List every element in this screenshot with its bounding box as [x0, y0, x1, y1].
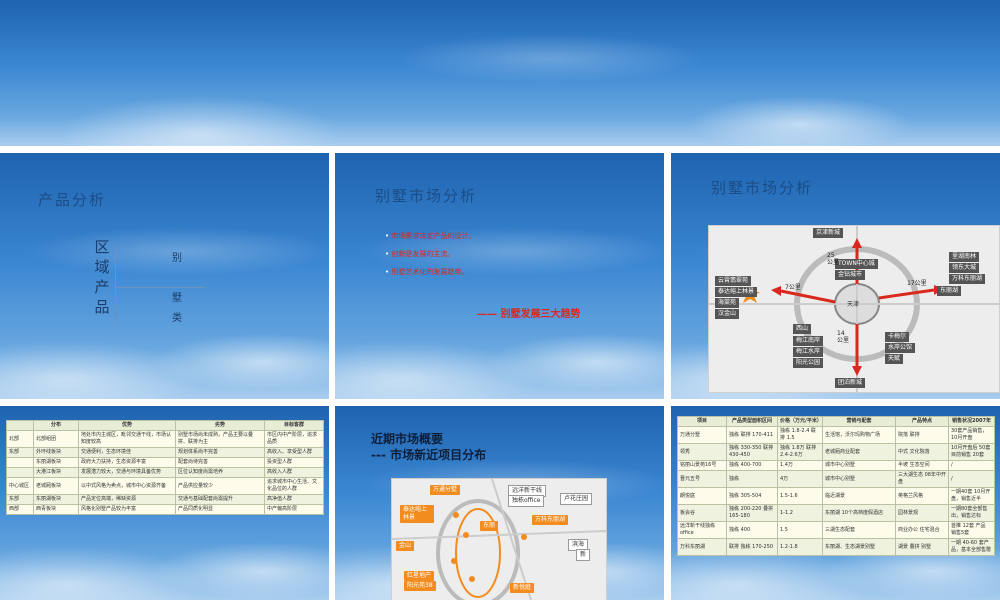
project-label: 新悦庭 [510, 583, 535, 593]
table-row: 板会谷 独栋 200-220 叠拼 165-180 1-1.2 东丽湖 10个高档度假… [677, 504, 995, 522]
map-label-south-a: 西山 [793, 324, 812, 334]
slide-title: 别墅市场分析 [375, 187, 478, 205]
bullet-item: • 创新是发展的主流。 [385, 250, 455, 258]
map-label-east3: 万科东丽湖 [949, 274, 986, 284]
map-label-town: TOWN中心城 [835, 259, 878, 269]
bullet-list: • 市场需求决定产品的设计。 • 创新是发展的主流。 • 别墅艺术化的发展趋势。 [385, 227, 475, 281]
map-label-south5: 水岸公馆 [885, 343, 916, 353]
villa-label-1: 别 [172, 253, 182, 264]
table-row: 东部 外环线板块 交通便利，生态环境佳 规划体系尚不完善 高收入、享受型人群 [6, 447, 324, 458]
table-row: 西部 西青板块 风格化别墅产品较为丰富 产品同质化明显 中产偏高阶层 [6, 504, 324, 515]
project-label: 万科东丽湖 [532, 515, 569, 525]
slide-title: 别墅市场分析 [711, 179, 814, 197]
map-label-center: 天津 [847, 301, 860, 308]
slide-product-analysis[interactable]: 产品分析 区 域 产 品 别 墅 类 [0, 153, 329, 399]
table-row: 万通分墅 独栋 联排 170-411 独栋 1.8-2.4 联排 1.5 生活馆，沃尔… [677, 426, 995, 444]
map-label-east1: 里湖南林 [949, 252, 980, 262]
table-row: 远洋新干线独栋office 独栋 400 1.5 三湖生态配套 商业办公 住宅混合 首推 … [677, 521, 995, 539]
map-label-south2: 梅江水岸 [793, 347, 824, 357]
map-label-west3: 海棠苑 [715, 298, 740, 308]
slide-villa-market-map[interactable]: 别墅市场分析 京津新城 TOWN中心城 金钻城市 25公里 7公里 17公里 1… [671, 153, 1000, 399]
bullet-item: • 别墅艺术化的发展趋势。 [385, 268, 469, 276]
slide-region-table[interactable]: 分布 优势 劣势 目标客群 北部 北部组团 地处市内主城区，毗邻交通干线，市场认知度… [0, 406, 329, 600]
table-header-row: 分布 优势 劣势 目标客群 [6, 420, 324, 431]
table-row: 领秀 独栋 330-350 联排 430-450 独栋 1.8万 联排 2.4-2.… [677, 443, 995, 461]
table-row: 东丽湖板块 政府大力扶持，生态资源丰富 配套尚待完善 投资型人群 [6, 457, 324, 468]
project-label: 金山 [396, 541, 415, 551]
table-row: 东部 东丽湖板块 产品定位高端，稀缺资源 交通与基础配套尚需提升 高净值人群 [6, 494, 324, 505]
project-comparison-table: 项目 产品类型面积区间 价格（万元/平米） 营销与配套 产品特点 销售状况200… [677, 416, 995, 556]
map-label-north: 京津新城 [813, 228, 844, 238]
bullet-item: • 市场需求决定产品的设计。 [385, 232, 476, 240]
project-label: 新 [576, 549, 591, 561]
recent-title: 近期市场概要 [371, 432, 444, 446]
map-label-bottom: 团泊新城 [835, 378, 866, 388]
project-label: 泰达峪上林景 [400, 505, 434, 523]
bracket-lines [115, 245, 216, 321]
table-row: 晋元五号 独栋 4万 城市中心别墅 三大湖生态 08年中开盘 / [677, 470, 995, 488]
map-label-east2: 领东大城 [949, 263, 980, 273]
map-roads-icon [709, 226, 999, 392]
villa-label-3: 类 [172, 313, 182, 324]
map-label-south4: 卡梅尔 [885, 332, 910, 342]
trend-tagline: —— 别墅发展三大趋势 [477, 309, 581, 320]
map-km-17: 17公里 [907, 280, 927, 287]
table-row: 北部 北部组团 地处市内主城区，毗邻交通干线，市场认知度较高 别墅市场尚未成熟，产品主… [6, 430, 324, 448]
map-label-west2: 泰达峪上林景 [715, 287, 758, 297]
villa-location-map: 京津新城 TOWN中心城 金钻城市 25公里 7公里 17公里 14公里 云霄翡… [708, 225, 1000, 393]
table-row: 万科东丽湖 联排 独栋 170-250 1.2-1.8 东丽湖、生态湖景别墅 湖景 叠拼… [677, 538, 995, 556]
map-label-west4: 汉金山 [715, 309, 740, 319]
villa-label-2: 墅 [172, 293, 182, 304]
map-label-south3: 阳光公园 [793, 358, 824, 368]
table-row: 中心城区 老城厢板块 以中式风格为卖点，城市中心资源齐备 产品供应量较少 追求城市中心生… [6, 477, 324, 495]
project-label: 独栋office [508, 495, 545, 507]
table-row: 铭丽山景苑16号 独栋 400-700 1.4万 城市中心别墅 半坡 生态空间 / [677, 460, 995, 471]
recent-projects-map: 万通分墅 泰达峪上林景 远洋新干线 独栋office 卢花庄园 东丽 万科东丽湖… [391, 478, 607, 600]
map-km-7: 7公里 [785, 284, 801, 291]
project-label: 阳光苑38 [404, 581, 436, 591]
map-km-14: 14公里 [837, 330, 850, 344]
slide-villa-market-trends[interactable]: 别墅市场分析 • 市场需求决定产品的设计。 • 创新是发展的主流。 • 别墅艺术… [335, 153, 664, 399]
recent-subtitle: --- 市场新近项目分布 [371, 448, 487, 462]
slide-project-table[interactable]: 项目 产品类型面积区间 价格（万元/平米） 营销与配套 产品特点 销售状况200… [671, 406, 1000, 600]
project-label: 万通分墅 [430, 485, 461, 495]
map-label-west1: 云霄翡翠苑 [715, 276, 752, 286]
table-row: 朗悦庭 独栋 305-504 1.5-1.6 临近湖景 英格兰风格 一期40套 10月开盘… [677, 487, 995, 505]
table-row: 大港江板块 发展潜力较大，交通与环境具备优势 区位认知度尚需培养 高收入人群 [6, 467, 324, 478]
map-label-south6: 天赋 [885, 354, 904, 364]
table-header-row: 项目 产品类型面积区间 价格（万元/平米） 营销与配套 产品特点 销售状况200… [677, 416, 995, 427]
project-label: 东丽 [480, 521, 499, 531]
project-label: 红星地产 [404, 571, 435, 581]
map-label-south1: 梅江南岸 [793, 336, 824, 346]
region-comparison-table: 分布 优势 劣势 目标客群 北部 北部组团 地处市内主城区，毗邻交通干线，市场认知度… [6, 420, 324, 515]
slide-title: 产品分析 [38, 191, 107, 209]
top-sky-banner [0, 0, 1000, 146]
map-label-gold: 金钻城市 [835, 270, 866, 280]
slide-recent-market[interactable]: 近期市场概要 --- 市场新近项目分布 万通分墅 泰达峪上林景 远洋新干线 独栋… [335, 406, 664, 600]
project-label: 卢花庄园 [560, 493, 593, 505]
map-label-east-ring: 东丽湖 [937, 286, 962, 296]
map-km-25: 25公里 [827, 252, 840, 266]
region-product-vertical: 区 域 产 品 [94, 238, 110, 316]
